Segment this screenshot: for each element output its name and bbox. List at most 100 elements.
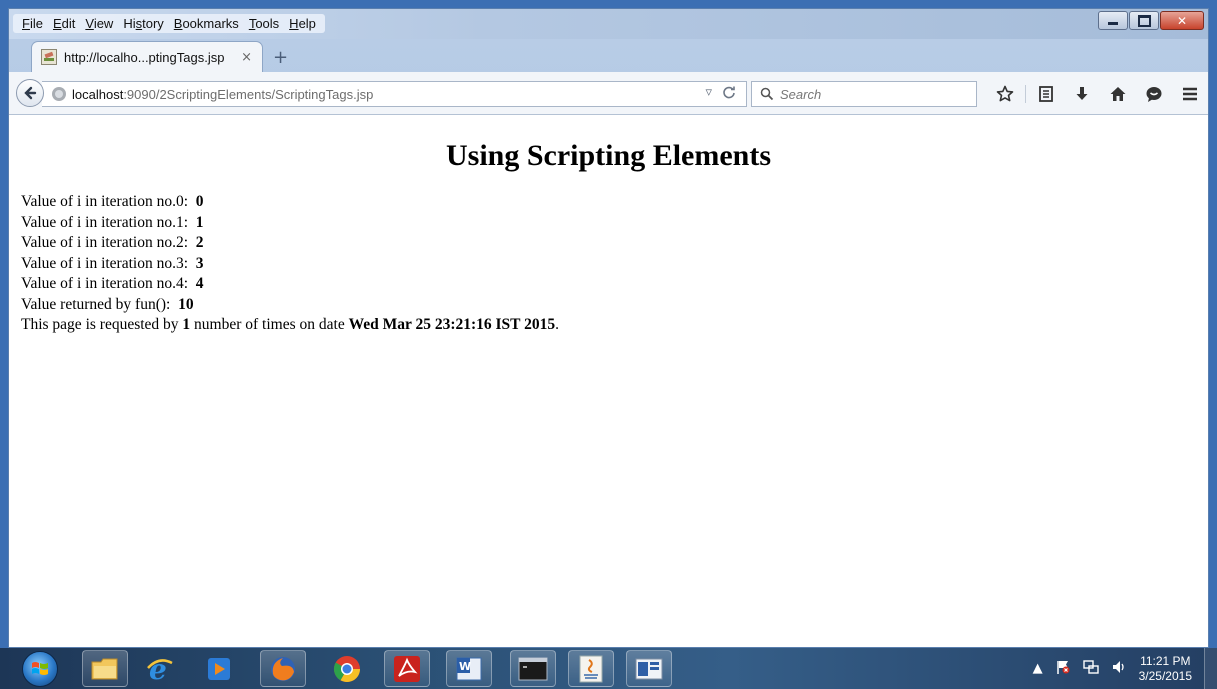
- minimize-icon: [1108, 22, 1118, 25]
- back-button[interactable]: [16, 79, 44, 107]
- iteration-value: 1: [195, 213, 204, 231]
- taskbar-acrobat[interactable]: [384, 650, 430, 687]
- taskbar-internet-explorer[interactable]: e: [136, 650, 182, 687]
- folder-icon: [91, 658, 118, 679]
- home-button[interactable]: [1100, 83, 1136, 105]
- svg-text:W: W: [459, 660, 471, 673]
- window-controls: ✕: [1098, 11, 1204, 30]
- home-icon: [1110, 87, 1126, 101]
- firefox-icon: [271, 656, 295, 681]
- navigation-bar: localhost:9090/2ScriptingElements/Script…: [9, 72, 1208, 115]
- downloads-button[interactable]: [1064, 83, 1100, 105]
- maximize-button[interactable]: [1129, 11, 1159, 30]
- java-icon: [579, 655, 603, 682]
- taskbar-word[interactable]: W: [446, 650, 492, 687]
- menu-bar: File Edit View History Bookmarks Tools H…: [13, 14, 325, 33]
- url-bar[interactable]: localhost:9090/2ScriptingElements/Script…: [42, 81, 747, 107]
- menu-edit[interactable]: Edit: [48, 15, 80, 32]
- menu-tools[interactable]: Tools: [244, 15, 284, 32]
- toolbar-icons: [987, 83, 1208, 105]
- menu-history[interactable]: History: [118, 15, 168, 32]
- chrome-icon: [333, 655, 361, 682]
- menu-view[interactable]: View: [80, 15, 118, 32]
- iteration-value: 4: [195, 275, 204, 292]
- media-player-icon: [208, 657, 230, 680]
- fun-return-line: Value returned by fun(): 10: [21, 295, 194, 313]
- taskbar-command-prompt[interactable]: [510, 650, 556, 687]
- system-clock[interactable]: 11:21 PM 3/25/2015: [1139, 654, 1192, 684]
- windows-logo-icon: [32, 662, 48, 675]
- volume-icon[interactable]: [1111, 659, 1127, 679]
- iteration-line: Value of i in iteration no.1: 1: [21, 213, 204, 231]
- show-desktop-button[interactable]: [1204, 648, 1217, 689]
- window-app-icon: [635, 658, 663, 679]
- hamburger-menu-icon: [1183, 87, 1197, 101]
- close-icon: ✕: [1176, 13, 1188, 28]
- taskbar-chrome[interactable]: [324, 650, 370, 687]
- toolbar-separator: [1025, 85, 1026, 103]
- search-bar[interactable]: Search: [751, 81, 977, 107]
- dropdown-history-icon[interactable]: ▿: [705, 85, 712, 103]
- bookmark-star-button[interactable]: [987, 83, 1023, 105]
- iteration-line: Value of i in iteration no.4: 4: [21, 275, 204, 292]
- taskbar: e W ▲ 11:21 PM 3/25/2015: [0, 648, 1217, 689]
- tab-strip: http://localho...ptingTags.jsp × +: [9, 39, 1208, 72]
- page-favicon-icon: [41, 49, 57, 65]
- minimize-button[interactable]: [1098, 11, 1128, 30]
- url-actions: ▿: [705, 85, 736, 103]
- clock-time: 11:21 PM: [1140, 653, 1191, 668]
- word-icon: W: [456, 657, 482, 680]
- close-window-button[interactable]: ✕: [1160, 11, 1204, 30]
- taskbar-java[interactable]: [568, 650, 614, 687]
- title-bar: File Edit View History Bookmarks Tools H…: [9, 9, 1208, 39]
- network-icon[interactable]: [1082, 659, 1099, 679]
- search-icon: [760, 87, 774, 101]
- start-button[interactable]: [22, 651, 58, 687]
- url-path: :9090/2ScriptingElements/ScriptingTags.j…: [123, 86, 374, 102]
- maximize-icon: [1137, 14, 1151, 27]
- request-info-line: This page is requested by 1 number of ti…: [21, 316, 559, 333]
- new-tab-button[interactable]: +: [273, 47, 288, 68]
- taskbar-media-player[interactable]: [196, 650, 242, 687]
- cmd-icon: [518, 657, 548, 680]
- chat-button[interactable]: [1136, 83, 1172, 105]
- page-heading: Using Scripting Elements: [445, 139, 772, 172]
- search-placeholder: Search: [780, 86, 822, 102]
- url-host: localhost: [72, 86, 124, 102]
- acrobat-icon: [394, 655, 420, 682]
- internet-explorer-icon: e: [147, 654, 173, 684]
- bookmarks-menu-button[interactable]: [1028, 83, 1064, 105]
- taskbar-firefox[interactable]: [260, 650, 306, 687]
- clock-date: 3/25/2015: [1138, 668, 1192, 683]
- show-hidden-icons-icon[interactable]: ▲: [1033, 661, 1043, 676]
- menu-bookmarks[interactable]: Bookmarks: [169, 15, 244, 32]
- tab-active[interactable]: http://localho...ptingTags.jsp ×: [31, 41, 263, 72]
- iteration-line: Value of i in iteration no.3: 3: [21, 254, 204, 272]
- bookmarks-list-icon: [1039, 86, 1053, 102]
- svg-text:e: e: [149, 654, 167, 684]
- request-date: Wed Mar 25 23:21:16 IST 2015: [348, 316, 556, 333]
- site-identity-icon[interactable]: [52, 87, 66, 101]
- fun-return-value: 10: [178, 295, 194, 313]
- tab-close-icon[interactable]: ×: [241, 50, 252, 65]
- iteration-value: 3: [195, 254, 204, 272]
- tab-title: http://localho...ptingTags.jsp: [64, 49, 225, 65]
- iteration-value: 2: [195, 234, 204, 251]
- menu-help[interactable]: Help: [284, 15, 321, 32]
- open-menu-button[interactable]: [1172, 83, 1208, 105]
- reload-icon[interactable]: [722, 85, 736, 103]
- menu-file[interactable]: File: [17, 15, 48, 32]
- page-content: Using Scripting Elements Value of i in i…: [9, 115, 1208, 647]
- request-count: 1: [182, 316, 191, 333]
- iteration-line: Value of i in iteration no.2: 2: [21, 234, 204, 251]
- system-tray: ▲ 11:21 PM 3/25/2015: [1033, 648, 1217, 689]
- download-arrow-icon: [1076, 87, 1088, 100]
- iteration-value: 0: [195, 193, 204, 210]
- taskbar-window-app[interactable]: [626, 650, 672, 687]
- action-center-flag-icon[interactable]: [1055, 659, 1071, 679]
- browser-window: File Edit View History Bookmarks Tools H…: [8, 8, 1209, 648]
- iteration-line: Value of i in iteration no.0: 0: [21, 193, 204, 210]
- taskbar-explorer[interactable]: [82, 650, 128, 687]
- chat-bubble-icon: [1146, 87, 1162, 102]
- back-arrow-icon: [24, 86, 37, 100]
